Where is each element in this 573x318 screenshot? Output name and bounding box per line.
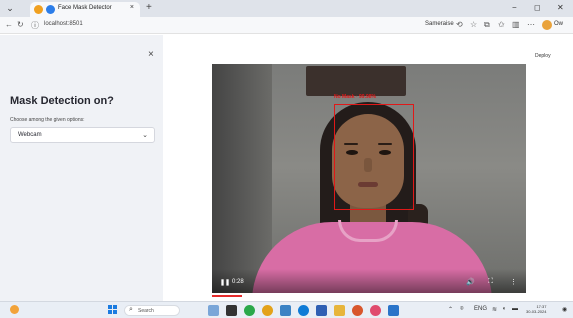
tray-location-icon[interactable]: ⌾: [460, 306, 464, 313]
chevron-down-icon: ⌄: [142, 132, 148, 139]
sidebar-title: Mask Detection on?: [10, 95, 114, 107]
detection-box: [334, 104, 414, 210]
chrome-icon[interactable]: [244, 305, 255, 316]
tab-title: Face Mask Detector: [58, 5, 112, 11]
minimize-button[interactable]: −: [512, 3, 517, 12]
sidebar: × Mask Detection on? Choose among the gi…: [0, 35, 163, 301]
sidebar-close-button[interactable]: ×: [148, 49, 154, 60]
webcam-video[interactable]: No Mask · 99.98% ❚❚ 0:28 🔊 ⛶ ⋮: [212, 64, 526, 293]
more-icon[interactable]: ⋯: [527, 20, 535, 29]
favorites-icon[interactable]: ✩: [498, 20, 505, 29]
pause-button[interactable]: ❚❚: [220, 279, 230, 286]
volume-icon[interactable]: 🔊: [466, 278, 475, 286]
tab-close-icon[interactable]: ×: [130, 4, 134, 11]
windows-start-icon[interactable]: [108, 305, 118, 315]
favorite-icon[interactable]: ☆: [470, 20, 477, 29]
app-icon[interactable]: [370, 305, 381, 316]
close-window-button[interactable]: ✕: [557, 3, 564, 12]
video-controls: ❚❚ 0:28 🔊 ⛶ ⋮: [212, 269, 526, 293]
profile-name[interactable]: Sameraise: [425, 21, 454, 27]
profile-short: Ow: [554, 21, 563, 27]
fullscreen-icon[interactable]: ⛶: [488, 278, 493, 286]
favicon-icon: [34, 5, 43, 14]
tab-actions-icon[interactable]: ⌄: [5, 3, 15, 13]
detection-label: No Mask · 99.98%: [334, 94, 376, 100]
profile-favicon-icon: [46, 5, 55, 14]
battery-icon[interactable]: ▬: [512, 306, 518, 312]
store-icon[interactable]: [316, 305, 327, 316]
collections-icon[interactable]: ▥: [512, 20, 520, 29]
photos-icon[interactable]: [280, 305, 291, 316]
task-view-icon[interactable]: [226, 305, 237, 316]
taskbar: ⌕ Search ⌃ ⌾ ENG ≋ ◖ ▬ 17:37 30-03-2024 …: [0, 301, 573, 318]
browser-tab-bar: ⌄ Face Mask Detector × + − ◻ ✕: [0, 0, 573, 17]
tray-language[interactable]: ENG: [474, 306, 487, 312]
wifi-icon[interactable]: ≋: [492, 306, 497, 313]
clock-date: 30-03-2024: [526, 309, 547, 314]
select-label: Choose among the given options:: [10, 117, 85, 123]
deploy-button[interactable]: Deploy: [535, 53, 551, 59]
video-progress[interactable]: [212, 295, 242, 297]
tray-chevron-icon[interactable]: ⌃: [448, 306, 453, 313]
paint-icon[interactable]: [262, 305, 273, 316]
refresh-icon[interactable]: ↻: [17, 20, 24, 29]
widgets-icon[interactable]: [208, 305, 219, 316]
split-screen-icon[interactable]: ⧉: [484, 20, 490, 30]
read-aloud-icon[interactable]: ⟲: [456, 20, 463, 29]
search-icon: ⌕: [129, 306, 133, 313]
address-bar: ← ↻ ⓘ localhost:8501 Sameraise ⟲ ☆ ⧉ ✩ ▥…: [0, 17, 573, 34]
info-icon[interactable]: ⓘ: [31, 20, 39, 31]
new-tab-button[interactable]: +: [146, 2, 152, 13]
edge-icon[interactable]: [298, 305, 309, 316]
browser-tab[interactable]: Face Mask Detector ×: [30, 2, 140, 17]
video-time: 0:28: [232, 279, 244, 285]
explorer-icon[interactable]: [334, 305, 345, 316]
taskbar-search[interactable]: ⌕ Search: [124, 305, 180, 316]
profile-avatar[interactable]: [542, 20, 552, 30]
url-field[interactable]: localhost:8501: [44, 21, 83, 27]
source-select[interactable]: Webcam ⌄: [10, 127, 155, 143]
select-value: Webcam: [18, 132, 42, 138]
notification-icon[interactable]: ◉: [562, 306, 567, 313]
weather-icon[interactable]: [10, 305, 19, 314]
back-icon[interactable]: ←: [5, 20, 13, 29]
video-shadow: [212, 64, 272, 293]
clock[interactable]: 17:37 30-03-2024: [526, 304, 546, 314]
office-icon[interactable]: [352, 305, 363, 316]
vscode-icon[interactable]: [388, 305, 399, 316]
more-options-icon[interactable]: ⋮: [510, 278, 517, 286]
maximize-button[interactable]: ◻: [534, 3, 541, 12]
search-placeholder: Search: [138, 308, 154, 314]
volume-tray-icon[interactable]: ◖: [502, 306, 506, 312]
wall-poster: [306, 66, 406, 96]
